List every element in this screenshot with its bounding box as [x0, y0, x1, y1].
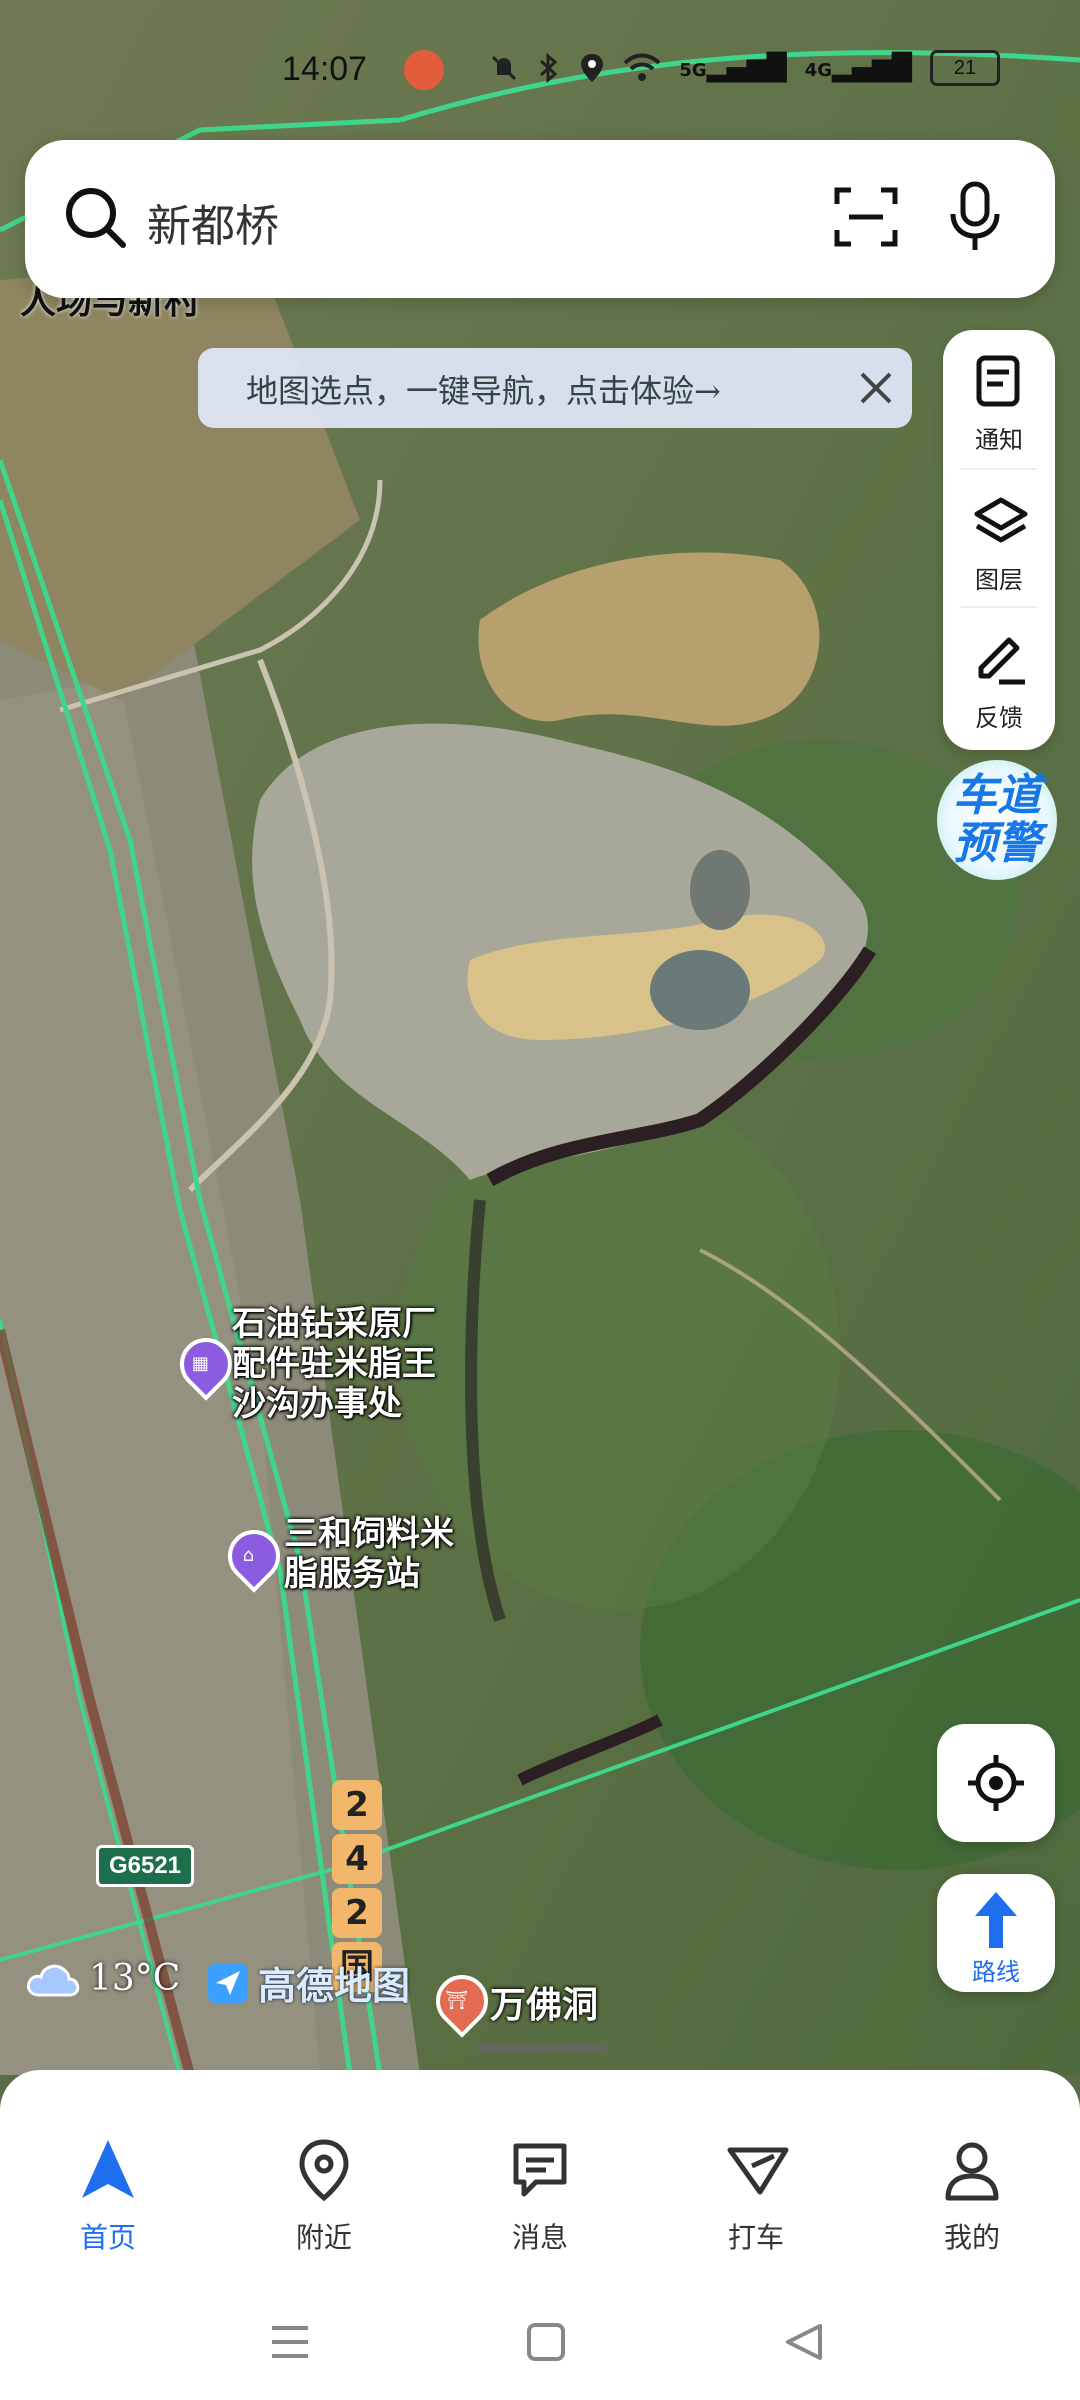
- tab-profile[interactable]: 我的: [892, 2120, 1052, 2280]
- cloud-icon: [27, 1964, 80, 1996]
- poi-label-feed-station[interactable]: 三和饲料米 脂服务站: [284, 1514, 454, 1594]
- poi-temple-pin[interactable]: ⛩: [425, 1964, 499, 2038]
- shop-icon: ⌂: [242, 1545, 255, 1566]
- route-button[interactable]: 路线: [937, 1874, 1055, 1992]
- taxi-icon: [727, 2147, 789, 2195]
- route-label: 路线: [972, 1958, 1020, 1986]
- road-label-char: 2: [332, 1780, 382, 1830]
- profile-icon: [945, 2142, 999, 2201]
- close-icon[interactable]: [858, 370, 894, 406]
- poi-label-wanfo-cave[interactable]: 万佛洞: [490, 1976, 598, 2028]
- poi-label-line: 沙沟办事处: [232, 1384, 402, 1424]
- back-triangle-icon[interactable]: [782, 2320, 826, 2364]
- search-input[interactable]: 新都桥: [147, 190, 279, 254]
- layers-icon: [974, 497, 1028, 543]
- tab-home-label: 首页: [79, 2221, 136, 2254]
- location-icon: [581, 54, 604, 82]
- poi-label-line: 石油钻采原厂: [232, 1304, 436, 1344]
- poi-label-line: 脂服务站: [284, 1554, 420, 1594]
- temple-pin: ⛩: [425, 1964, 499, 2038]
- microphone-icon[interactable]: [945, 180, 1005, 254]
- lane-warning-button[interactable]: 车道 预警: [937, 760, 1057, 880]
- layers-button[interactable]: 图层: [943, 470, 1055, 600]
- amap-logo-icon: [208, 1962, 248, 2003]
- amap-logo-text: 高德地图: [258, 1964, 411, 2008]
- building-icon: ▦: [191, 1353, 209, 1374]
- layers-label: 图层: [975, 566, 1023, 594]
- tab-nearby-label: 附近: [295, 2221, 352, 2254]
- tab-messages[interactable]: 消息: [460, 2120, 620, 2280]
- tip-banner-text[interactable]: 地图选点，一键导航，点击体验→: [246, 366, 721, 412]
- home-nav-icon: [82, 2140, 134, 2198]
- bluetooth-icon: [540, 52, 558, 84]
- lane-warning-line2: 预警: [953, 818, 1041, 869]
- notification-app-icon: [404, 50, 444, 90]
- notification-doc-icon: [976, 355, 1020, 407]
- search-icon: [66, 188, 126, 248]
- edit-pencil-icon: [978, 637, 1025, 685]
- notify-button[interactable]: 通知: [943, 330, 1055, 460]
- signal-4g-icon: 4G▂▄▆█: [804, 53, 912, 83]
- road-label-char: 2: [332, 1888, 382, 1938]
- feedback-label: 反馈: [975, 704, 1023, 732]
- system-nav-bar: [0, 2290, 1080, 2400]
- sheet-drag-handle[interactable]: [476, 2043, 606, 2053]
- scan-icon[interactable]: [833, 184, 899, 250]
- map-side-toolbar: 通知 图层 反馈: [943, 330, 1055, 750]
- status-bar: 14:07 5G▂▄▆█ 4G▂▄▆█ 21: [0, 40, 1080, 100]
- message-icon: [513, 2143, 567, 2197]
- locate-crosshair-icon: [968, 1755, 1024, 1811]
- road-label-char: 4: [332, 1834, 382, 1884]
- signal-5g-icon: 5G▂▄▆█: [679, 53, 787, 83]
- feedback-button[interactable]: 反馈: [943, 608, 1055, 738]
- tab-home[interactable]: 首页: [28, 2120, 188, 2280]
- status-icons: 5G▂▄▆█ 4G▂▄▆█ 21: [489, 50, 1000, 86]
- highway-shield: G6521: [96, 1845, 194, 1887]
- poi-label-oil-office[interactable]: 石油钻采原厂 配件驻米脂王 沙沟办事处: [232, 1304, 436, 1424]
- wifi-icon: [623, 53, 661, 81]
- locate-button[interactable]: [937, 1724, 1055, 1842]
- weather-temperature: 13°C: [89, 1958, 181, 1999]
- tab-taxi[interactable]: 打车: [676, 2120, 836, 2280]
- search-bar[interactable]: 新都桥: [25, 140, 1055, 298]
- tab-profile-label: 我的: [943, 2221, 1000, 2254]
- poi-label-line: 三和饲料米: [284, 1514, 454, 1554]
- notify-label: 通知: [975, 426, 1023, 454]
- tab-messages-label: 消息: [511, 2221, 568, 2254]
- nearby-pin-icon: [299, 2139, 349, 2202]
- route-arrow-icon: [975, 1892, 1017, 1948]
- battery-icon: 21: [930, 50, 1000, 86]
- tab-nearby[interactable]: 附近: [244, 2120, 404, 2280]
- poi-label-line: 配件驻米脂王: [232, 1344, 436, 1384]
- mute-icon: [492, 55, 517, 81]
- tip-banner[interactable]: 地图选点，一键导航，点击体验→: [198, 348, 912, 428]
- amap-logo: 高德地图: [206, 1955, 410, 2010]
- home-square-icon[interactable]: [524, 2320, 568, 2364]
- weather-widget[interactable]: 13°C: [25, 1958, 180, 1999]
- status-time: 14:07: [282, 50, 368, 88]
- tab-bar: 首页 附近 消息 打车 我的: [0, 2120, 1080, 2280]
- tab-taxi-label: 打车: [727, 2221, 784, 2254]
- temple-icon: ⛩: [445, 1990, 469, 2011]
- menu-icon[interactable]: [268, 2320, 312, 2364]
- lane-warning-line1: 车道: [953, 770, 1041, 821]
